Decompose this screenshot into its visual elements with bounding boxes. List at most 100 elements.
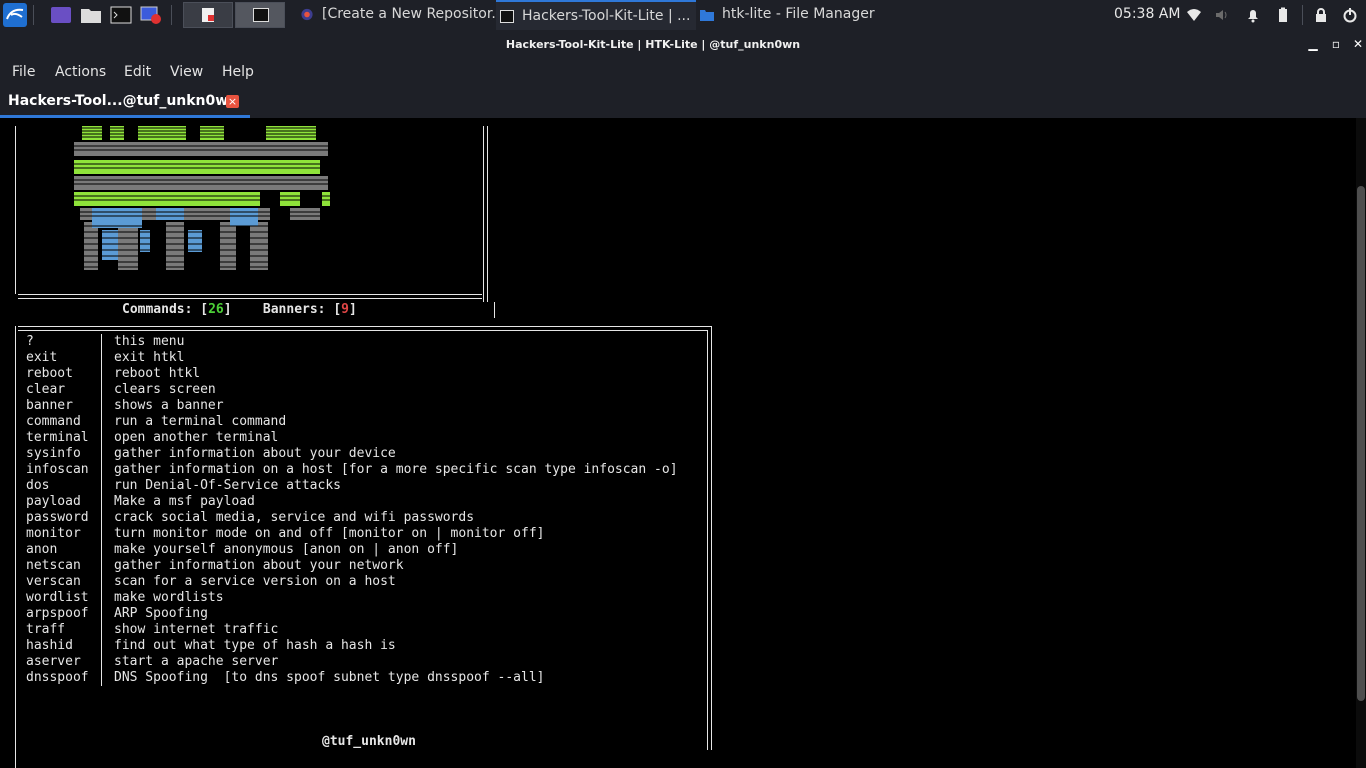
command-description: gather information about your network	[114, 558, 404, 573]
command-name: banner	[26, 398, 73, 413]
maximize-button[interactable]: ▫	[1329, 37, 1343, 51]
command-description: gather information on a host [for a more…	[114, 462, 678, 477]
command-name: netscan	[26, 558, 81, 573]
table-column-divider	[101, 334, 102, 686]
folder-icon	[700, 10, 714, 21]
counts-frame-right	[494, 302, 495, 318]
workspace-2[interactable]	[235, 2, 285, 28]
task-label: Hackers-Tool-Kit-Lite | ...	[522, 8, 691, 24]
clock[interactable]: 05:38 AM	[1114, 6, 1180, 22]
close-button[interactable]: ✕	[1351, 37, 1365, 51]
command-description: shows a banner	[114, 398, 224, 413]
task-terminal[interactable]: Hackers-Tool-Kit-Lite | ...	[496, 0, 696, 30]
counts-line: Commands: [26] Banners: [9]	[122, 302, 357, 317]
screen-recorder-icon[interactable]	[140, 4, 162, 26]
command-name: aserver	[26, 654, 81, 669]
task-file-manager[interactable]: htk-lite - File Manager	[696, 0, 906, 30]
tab-close-icon[interactable]: ×	[226, 95, 239, 108]
command-name: infoscan	[26, 462, 89, 477]
menu-help[interactable]: Help	[222, 64, 254, 80]
table-frame-right	[711, 326, 712, 750]
commands-count: 26	[208, 302, 224, 317]
menu-file[interactable]: File	[12, 64, 35, 80]
command-name: dos	[26, 478, 50, 493]
document-icon	[202, 8, 214, 22]
scrollbar-thumb[interactable]	[1357, 186, 1365, 701]
terminal-tab[interactable]: Hackers-Tool...@tuf_unkn0wn ×	[0, 88, 250, 118]
volume-icon[interactable]	[1214, 7, 1230, 23]
wifi-icon[interactable]	[1186, 7, 1202, 23]
command-name: hashid	[26, 638, 73, 653]
command-name: ?	[26, 334, 34, 349]
files-icon[interactable]	[80, 4, 102, 26]
task-label: htk-lite - File Manager	[722, 6, 875, 22]
tab-label: Hackers-Tool...@tuf_unkn0wn	[8, 93, 239, 109]
menu-view[interactable]: View	[170, 64, 203, 80]
banner-frame-bottom	[18, 298, 482, 299]
banner-green-blocks	[74, 126, 330, 206]
terminal-scrollbar[interactable]	[1356, 118, 1366, 768]
menu-edit[interactable]: Edit	[124, 64, 151, 80]
command-description: gather information about your device	[114, 446, 396, 461]
close-bracket: ]	[348, 302, 357, 317]
table-frame-top	[18, 330, 708, 331]
command-name: anon	[26, 542, 58, 557]
command-description: make wordlists	[114, 590, 224, 605]
htk-ascii-banner	[70, 126, 340, 270]
command-description: open another terminal	[114, 430, 279, 445]
banner-frame-left	[15, 126, 16, 294]
command-name: exit	[26, 350, 58, 365]
bell-icon[interactable]	[1245, 7, 1261, 23]
table-frame-left	[15, 326, 16, 768]
menu-bar: File Actions Edit View Help	[0, 58, 1366, 88]
command-description: make yourself anonymous [anon on | anon …	[114, 542, 459, 557]
workspace-switcher-icon[interactable]	[50, 4, 72, 26]
tab-bar: Hackers-Tool...@tuf_unkn0wn ×	[0, 88, 1366, 118]
minimize-button[interactable]: ▁	[1306, 37, 1320, 51]
workspace-1[interactable]	[183, 2, 233, 28]
author-handle: @tuf_unkn0wn	[322, 734, 416, 749]
command-name: wordlist	[26, 590, 89, 605]
terminal-output[interactable]: Commands: [26] Banners: [9] ? this menu ex…	[0, 118, 1356, 768]
lock-icon[interactable]	[1313, 7, 1329, 23]
command-description: reboot htkl	[114, 366, 201, 381]
banners-label: ] Banners: [	[223, 302, 342, 317]
table-frame-right	[707, 330, 708, 750]
taskbar-separator	[33, 5, 34, 25]
banner-frame-right	[483, 126, 484, 302]
battery-icon[interactable]	[1275, 7, 1291, 23]
command-description: run a terminal command	[114, 414, 287, 429]
command-description: this menu	[114, 334, 185, 349]
command-name: terminal	[26, 430, 89, 445]
power-icon[interactable]	[1342, 7, 1358, 23]
command-description: crack social media, service and wifi pas…	[114, 510, 475, 525]
command-description: ARP Spoofing	[114, 606, 208, 621]
menu-actions[interactable]: Actions	[55, 64, 106, 80]
command-description: exit htkl	[114, 350, 185, 365]
table-frame-top	[18, 326, 712, 327]
banners-count: 9	[341, 302, 349, 317]
taskbar-separator	[171, 5, 172, 25]
command-description: run Denial-Of-Service attacks	[114, 478, 341, 493]
command-name: sysinfo	[26, 446, 81, 461]
browser-icon	[301, 8, 313, 21]
terminal-icon	[253, 8, 269, 22]
window-titlebar: Hackers-Tool-Kit-Lite | HTK-Lite | @tuf_…	[0, 30, 1366, 58]
command-name: arpspoof	[26, 606, 89, 621]
command-description: Make a msf payload	[114, 494, 255, 509]
commands-label: Commands: [	[122, 302, 209, 317]
command-name: payload	[26, 494, 81, 509]
task-browser[interactable]: [Create a New Repositor...	[296, 0, 496, 30]
command-name: dnsspoof	[26, 670, 89, 685]
command-name: monitor	[26, 526, 81, 541]
window-title: Hackers-Tool-Kit-Lite | HTK-Lite | @tuf_…	[505, 38, 801, 51]
command-description: clears screen	[114, 382, 216, 397]
command-description: show internet traffic	[114, 622, 279, 637]
command-description: turn monitor mode on and off [monitor on…	[114, 526, 545, 541]
command-name: clear	[26, 382, 66, 397]
kali-menu-icon[interactable]	[3, 3, 27, 27]
command-description: find out what type of hash a hash is	[114, 638, 396, 653]
task-label: [Create a New Repositor...	[322, 6, 496, 22]
terminal-icon[interactable]	[110, 4, 132, 26]
command-description: scan for a service version on a host	[114, 574, 396, 589]
